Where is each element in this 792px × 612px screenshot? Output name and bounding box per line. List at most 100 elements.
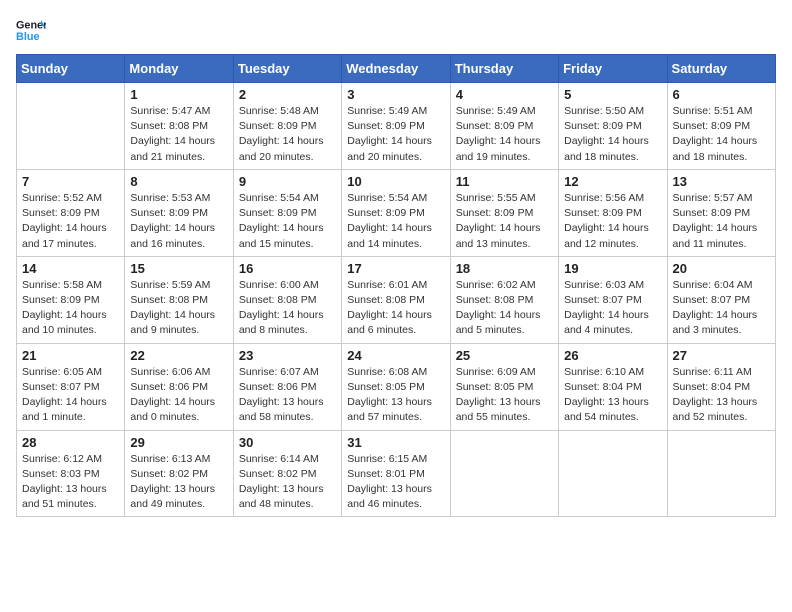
day-info: Sunrise: 6:02 AMSunset: 8:08 PMDaylight:… — [456, 278, 553, 339]
day-number: 9 — [239, 174, 336, 189]
weekday-header-tuesday: Tuesday — [233, 55, 341, 83]
calendar-cell: 4Sunrise: 5:49 AMSunset: 8:09 PMDaylight… — [450, 83, 558, 170]
calendar-cell: 31 Sunrise: 6:15 AMSunset: 8:01 PMDayligh… — [342, 430, 450, 517]
day-number: 14 — [22, 261, 119, 276]
calendar-cell — [450, 430, 558, 517]
day-info: Sunrise: 5:50 AMSunset: 8:09 PMDaylight:… — [564, 104, 661, 165]
day-number: 1 — [130, 87, 227, 102]
day-number: 31 — [347, 435, 444, 450]
day-info: Sunrise: 5:52 AMSunset: 8:09 PMDaylight:… — [22, 191, 119, 252]
calendar-cell: 7 Sunrise: 5:52 AMSunset: 8:09 PMDaylight… — [17, 169, 125, 256]
day-number: 24 — [347, 348, 444, 363]
day-info: Sunrise: 6:07 AMSunset: 8:06 PMDaylight:… — [239, 365, 336, 426]
weekday-header-monday: Monday — [125, 55, 233, 83]
day-number: 28 — [22, 435, 119, 450]
day-info: Sunrise: 5:51 AMSunset: 8:09 PMDaylight:… — [673, 104, 770, 165]
calendar-cell: 17Sunrise: 6:01 AMSunset: 8:08 PMDayligh… — [342, 256, 450, 343]
calendar-cell — [559, 430, 667, 517]
calendar-cell: 25 Sunrise: 6:09 AMSunset: 8:05 PMDayligh… — [450, 343, 558, 430]
week-row-3: 14 Sunrise: 5:58 AMSunset: 8:09 PMDayligh… — [17, 256, 776, 343]
day-number: 18 — [456, 261, 553, 276]
day-info: Sunrise: 6:13 AMSunset: 8:02 PMDaylight:… — [130, 452, 227, 513]
day-info: Sunrise: 5:59 AMSunset: 8:08 PMDaylight:… — [130, 278, 227, 339]
svg-text:Blue: Blue — [16, 31, 39, 43]
calendar-cell: 10 Sunrise: 5:54 AMSunset: 8:09 PMDayligh… — [342, 169, 450, 256]
day-info: Sunrise: 6:04 AMSunset: 8:07 PMDaylight:… — [673, 278, 770, 339]
calendar-cell: 19 Sunrise: 6:03 AMSunset: 8:07 PMDayligh… — [559, 256, 667, 343]
day-info: Sunrise: 6:12 AMSunset: 8:03 PMDaylight:… — [22, 452, 119, 513]
day-number: 19 — [564, 261, 661, 276]
calendar-cell: 23 Sunrise: 6:07 AMSunset: 8:06 PMDayligh… — [233, 343, 341, 430]
day-number: 12 — [564, 174, 661, 189]
day-info: Sunrise: 6:03 AMSunset: 8:07 PMDaylight:… — [564, 278, 661, 339]
week-row-2: 7 Sunrise: 5:52 AMSunset: 8:09 PMDaylight… — [17, 169, 776, 256]
day-number: 15 — [130, 261, 227, 276]
calendar-cell: 24Sunrise: 6:08 AMSunset: 8:05 PMDayligh… — [342, 343, 450, 430]
day-info: Sunrise: 6:14 AMSunset: 8:02 PMDaylight:… — [239, 452, 336, 513]
day-info: Sunrise: 6:15 AMSunset: 8:01 PMDaylight:… — [347, 452, 444, 513]
day-info: Sunrise: 5:54 AMSunset: 8:09 PMDaylight:… — [347, 191, 444, 252]
day-number: 23 — [239, 348, 336, 363]
calendar-cell: 26Sunrise: 6:10 AMSunset: 8:04 PMDayligh… — [559, 343, 667, 430]
weekday-header-saturday: Saturday — [667, 55, 775, 83]
calendar-cell: 2 Sunrise: 5:48 AMSunset: 8:09 PMDaylight… — [233, 83, 341, 170]
day-info: Sunrise: 5:56 AMSunset: 8:09 PMDaylight:… — [564, 191, 661, 252]
weekday-header-friday: Friday — [559, 55, 667, 83]
calendar-cell: 18 Sunrise: 6:02 AMSunset: 8:08 PMDayligh… — [450, 256, 558, 343]
calendar-cell: 8Sunrise: 5:53 AMSunset: 8:09 PMDaylight… — [125, 169, 233, 256]
calendar-cell: 22 Sunrise: 6:06 AMSunset: 8:06 PMDayligh… — [125, 343, 233, 430]
day-info: Sunrise: 6:11 AMSunset: 8:04 PMDaylight:… — [673, 365, 770, 426]
day-info: Sunrise: 5:48 AMSunset: 8:09 PMDaylight:… — [239, 104, 336, 165]
logo-icon: General Blue — [16, 16, 46, 44]
day-number: 25 — [456, 348, 553, 363]
calendar-cell — [667, 430, 775, 517]
day-info: Sunrise: 5:53 AMSunset: 8:09 PMDaylight:… — [130, 191, 227, 252]
calendar-cell: 28 Sunrise: 6:12 AMSunset: 8:03 PMDayligh… — [17, 430, 125, 517]
day-number: 4 — [456, 87, 553, 102]
calendar-cell: 5Sunrise: 5:50 AMSunset: 8:09 PMDaylight… — [559, 83, 667, 170]
day-number: 3 — [347, 87, 444, 102]
weekday-header-row: SundayMondayTuesdayWednesdayThursdayFrid… — [17, 55, 776, 83]
calendar-cell: 14 Sunrise: 5:58 AMSunset: 8:09 PMDayligh… — [17, 256, 125, 343]
calendar-cell: 9 Sunrise: 5:54 AMSunset: 8:09 PMDaylight… — [233, 169, 341, 256]
week-row-1: 1Sunrise: 5:47 AMSunset: 8:08 PMDaylight… — [17, 83, 776, 170]
calendar-cell: 6 Sunrise: 5:51 AMSunset: 8:09 PMDaylight… — [667, 83, 775, 170]
weekday-header-sunday: Sunday — [17, 55, 125, 83]
day-info: Sunrise: 5:49 AMSunset: 8:09 PMDaylight:… — [347, 104, 444, 165]
day-info: Sunrise: 6:09 AMSunset: 8:05 PMDaylight:… — [456, 365, 553, 426]
day-info: Sunrise: 5:58 AMSunset: 8:09 PMDaylight:… — [22, 278, 119, 339]
week-row-4: 21 Sunrise: 6:05 AMSunset: 8:07 PMDayligh… — [17, 343, 776, 430]
calendar-cell: 11 Sunrise: 5:55 AMSunset: 8:09 PMDayligh… — [450, 169, 558, 256]
calendar-cell: 1Sunrise: 5:47 AMSunset: 8:08 PMDaylight… — [125, 83, 233, 170]
day-number: 10 — [347, 174, 444, 189]
logo: General Blue — [16, 16, 46, 44]
week-row-5: 28 Sunrise: 6:12 AMSunset: 8:03 PMDayligh… — [17, 430, 776, 517]
day-number: 6 — [673, 87, 770, 102]
day-info: Sunrise: 6:05 AMSunset: 8:07 PMDaylight:… — [22, 365, 119, 426]
weekday-header-wednesday: Wednesday — [342, 55, 450, 83]
day-info: Sunrise: 5:55 AMSunset: 8:09 PMDaylight:… — [456, 191, 553, 252]
day-info: Sunrise: 5:54 AMSunset: 8:09 PMDaylight:… — [239, 191, 336, 252]
day-number: 16 — [239, 261, 336, 276]
day-info: Sunrise: 5:57 AMSunset: 8:09 PMDaylight:… — [673, 191, 770, 252]
day-info: Sunrise: 6:00 AMSunset: 8:08 PMDaylight:… — [239, 278, 336, 339]
day-info: Sunrise: 6:01 AMSunset: 8:08 PMDaylight:… — [347, 278, 444, 339]
calendar-cell: 30Sunrise: 6:14 AMSunset: 8:02 PMDayligh… — [233, 430, 341, 517]
page-header: General Blue — [16, 16, 776, 44]
day-number: 29 — [130, 435, 227, 450]
day-info: Sunrise: 6:06 AMSunset: 8:06 PMDaylight:… — [130, 365, 227, 426]
calendar-cell: 16 Sunrise: 6:00 AMSunset: 8:08 PMDayligh… — [233, 256, 341, 343]
calendar-cell: 27 Sunrise: 6:11 AMSunset: 8:04 PMDayligh… — [667, 343, 775, 430]
day-number: 2 — [239, 87, 336, 102]
day-number: 26 — [564, 348, 661, 363]
day-number: 11 — [456, 174, 553, 189]
day-number: 22 — [130, 348, 227, 363]
day-number: 20 — [673, 261, 770, 276]
calendar-cell: 20 Sunrise: 6:04 AMSunset: 8:07 PMDayligh… — [667, 256, 775, 343]
calendar-cell: 13Sunrise: 5:57 AMSunset: 8:09 PMDayligh… — [667, 169, 775, 256]
calendar-cell — [17, 83, 125, 170]
day-number: 21 — [22, 348, 119, 363]
day-number: 27 — [673, 348, 770, 363]
calendar-cell: 15 Sunrise: 5:59 AMSunset: 8:08 PMDayligh… — [125, 256, 233, 343]
day-number: 7 — [22, 174, 119, 189]
